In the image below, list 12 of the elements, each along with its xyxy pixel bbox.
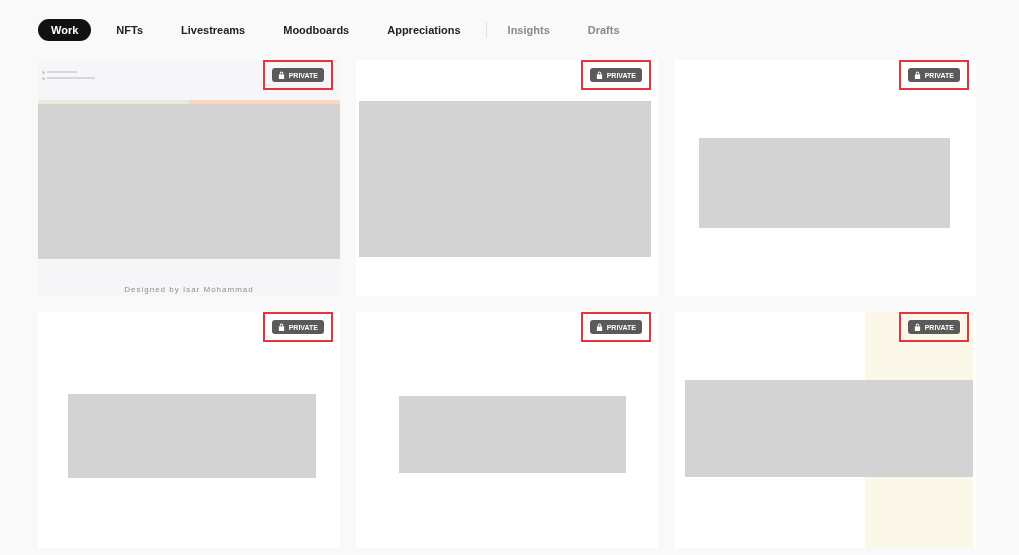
- tab[interactable]: Appreciations: [374, 18, 474, 41]
- lock-icon: [277, 71, 285, 79]
- lock-icon: [913, 323, 921, 331]
- lock-icon: [595, 71, 603, 79]
- lock-icon: [595, 323, 603, 331]
- tab[interactable]: NFTs: [103, 18, 156, 41]
- tab[interactable]: Moodboards: [270, 18, 363, 41]
- lock-icon: [277, 323, 285, 331]
- tab[interactable]: Livestreams: [168, 18, 259, 41]
- tab[interactable]: Work: [38, 18, 92, 41]
- lock-icon: [913, 71, 921, 79]
- designer-credit: Designed by Isar Mohammad: [123, 285, 255, 295]
